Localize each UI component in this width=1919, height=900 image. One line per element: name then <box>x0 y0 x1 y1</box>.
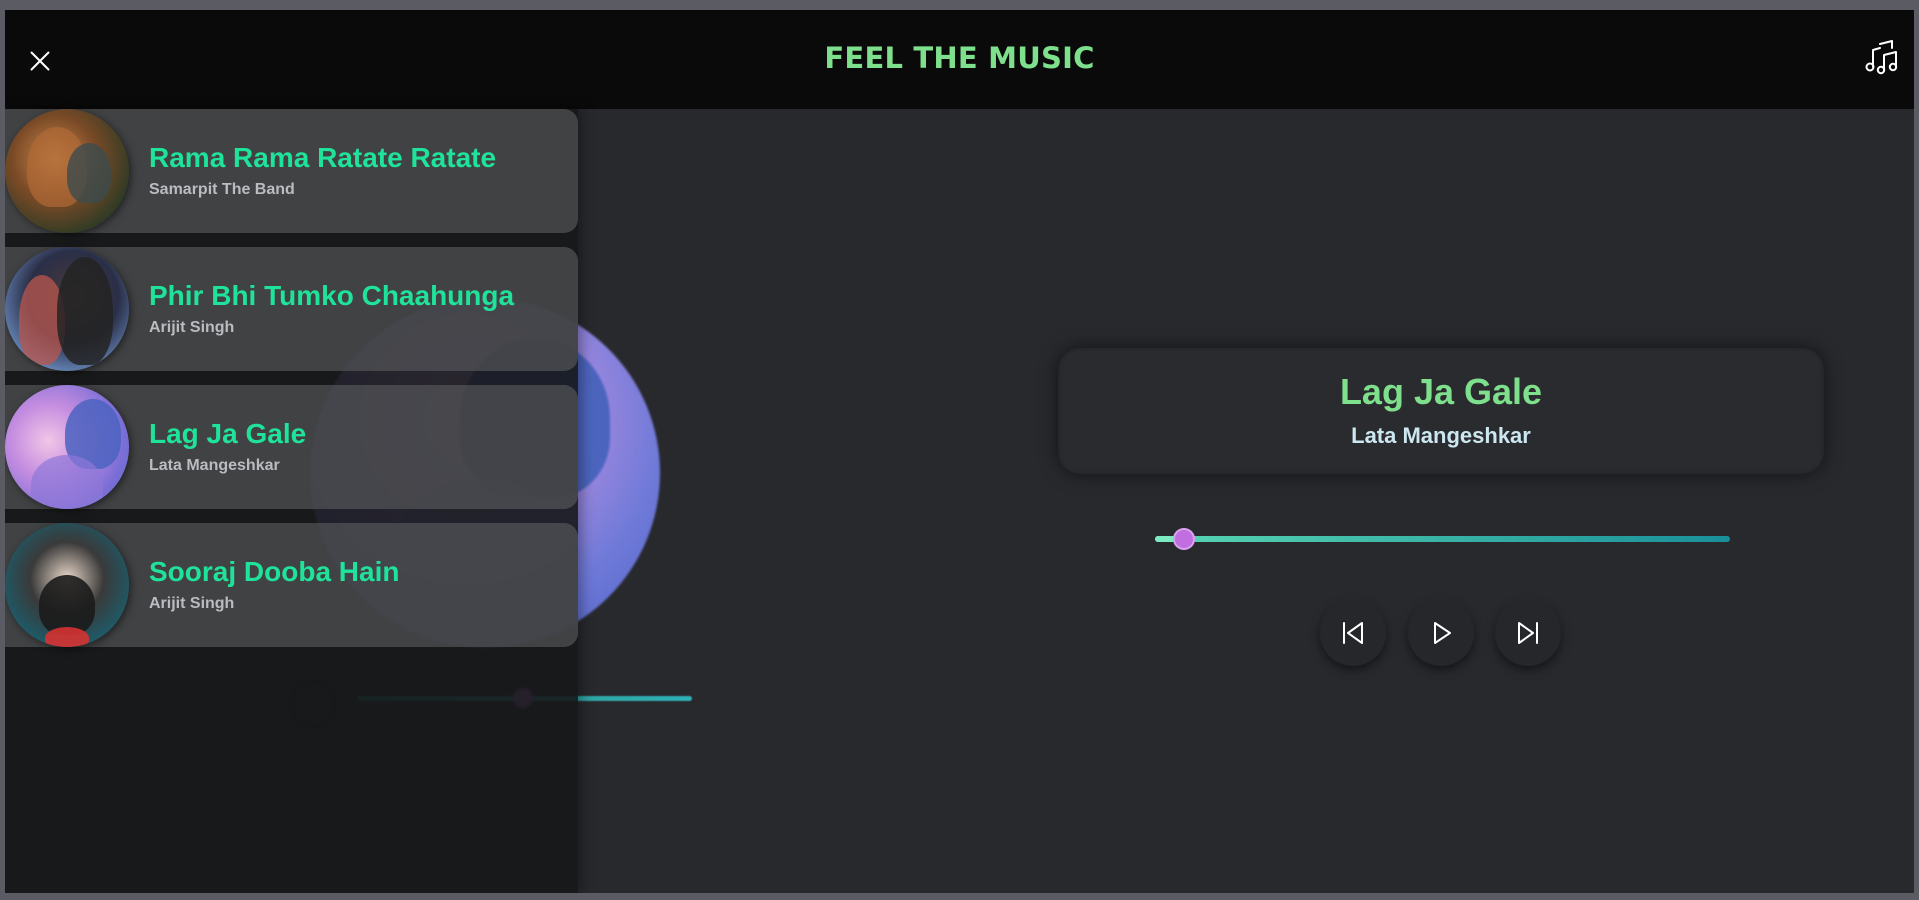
skip-previous-icon <box>1343 622 1363 644</box>
seek-slider[interactable] <box>1155 536 1730 542</box>
now-playing-title: Lag Ja Gale <box>1339 371 1543 412</box>
header-bar: FEEL THE MUSIC <box>5 10 1914 109</box>
song-title: Lag Ja Gale <box>149 418 307 449</box>
song-artist: Arijit Singh <box>149 319 235 336</box>
playlist-item[interactable]: Lag Ja Gale Lata Mangeshkar <box>5 385 578 509</box>
music-playlist-icon[interactable] <box>1864 40 1902 78</box>
play-button[interactable] <box>1408 600 1474 666</box>
skip-next-icon <box>1518 622 1538 644</box>
now-playing-artist: Lata Mangeshkar <box>1351 423 1531 448</box>
song-artist: Lata Mangeshkar <box>149 457 280 474</box>
song-artist: Arijit Singh <box>149 595 235 612</box>
playlist-item[interactable]: Phir Bhi Tumko Chaahunga Arijit Singh <box>5 247 578 371</box>
song-cover-image <box>5 385 129 509</box>
now-playing-info: Lag Ja Gale Lata Mangeshkar <box>1058 348 1824 474</box>
song-cover-image <box>5 523 129 647</box>
song-title: Sooraj Dooba Hain <box>149 556 400 587</box>
playlist-item[interactable]: Rama Rama Ratate Ratate Samarpit The Ban… <box>5 109 578 233</box>
seek-slider-thumb[interactable] <box>1172 528 1195 550</box>
song-title: Phir Bhi Tumko Chaahunga <box>149 280 515 311</box>
song-artist: Samarpit The Band <box>149 181 295 198</box>
playlist-item[interactable]: Sooraj Dooba Hain Arijit Singh <box>5 523 578 647</box>
app-title: FEEL THE MUSIC <box>824 41 1095 75</box>
playlist-sidebar: Rama Rama Ratate Ratate Samarpit The Ban… <box>5 109 578 893</box>
music-player-app: FEEL THE MUSIC Rama Rama Ratate Ratate S… <box>5 10 1914 893</box>
play-icon <box>1434 622 1451 644</box>
song-title: Rama Rama Ratate Ratate <box>149 142 497 173</box>
next-button[interactable] <box>1495 600 1561 666</box>
song-cover-image <box>5 109 129 233</box>
previous-button[interactable] <box>1320 600 1386 666</box>
song-cover-image <box>5 247 129 371</box>
